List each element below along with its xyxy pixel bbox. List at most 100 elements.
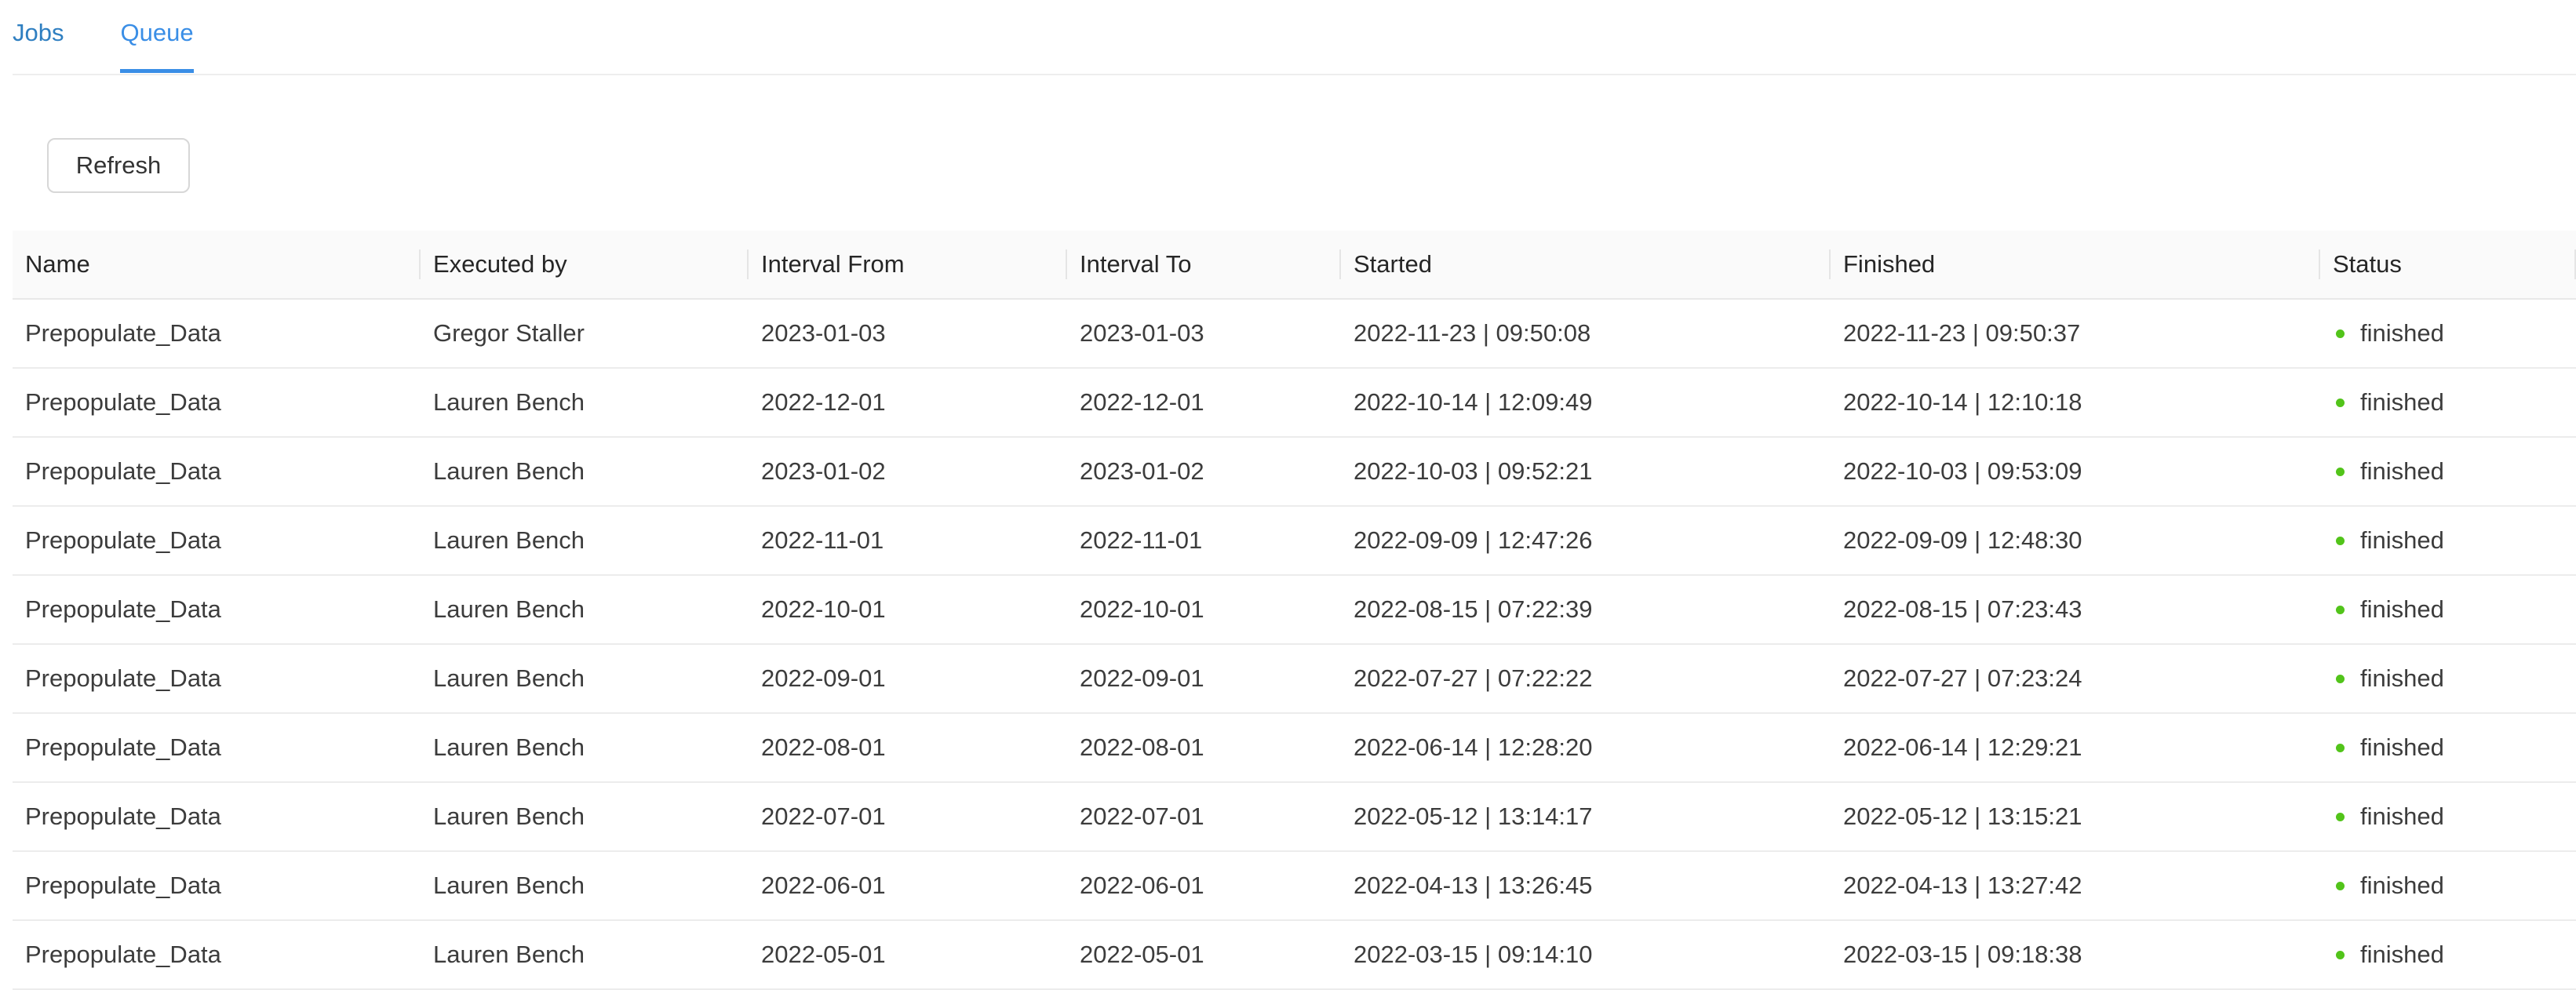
cell-name: Prepopulate_Data [25,388,221,416]
cell-executed-by: Lauren Bench [433,526,585,554]
cell-interval-from: 2022-08-01 [761,733,886,761]
cell-interval-to: 2022-06-01 [1080,872,1204,899]
status-text: finished [2360,526,2444,554]
status-dot-icon [2336,743,2345,752]
table-row[interactable]: Prepopulate_Data Lauren Bench 2022-08-01 20… [13,714,2576,783]
cell-interval-from: 2022-12-01 [761,388,886,416]
cell-interval-to: 2023-01-02 [1080,457,1204,485]
status-dot-icon [2336,605,2345,614]
status-text: finished [2360,595,2444,623]
cell-started: 2022-11-23 | 09:50:08 [1354,319,1591,347]
cell-interval-to: 2022-05-01 [1080,941,1204,968]
cell-name: Prepopulate_Data [25,457,221,485]
table-row[interactable]: Prepopulate_Data Lauren Bench 2023-01-02 20… [13,438,2576,507]
cell-status: finished [2320,803,2576,831]
cell-finished: 2022-03-15 | 09:18:38 [1843,941,2082,968]
cell-interval-to: 2022-10-01 [1080,595,1204,623]
cell-status: finished [2320,526,2576,555]
table-row[interactable]: Prepopulate_Data Lauren Bench 2022-11-01 20… [13,507,2576,576]
cell-started: 2022-10-14 | 12:09:49 [1354,388,1593,416]
cell-status: finished [2320,664,2576,693]
cell-name: Prepopulate_Data [25,733,221,761]
cell-started: 2022-07-27 | 07:22:22 [1354,664,1593,692]
cell-started: 2022-05-12 | 13:14:17 [1354,803,1593,830]
cell-executed-by: Lauren Bench [433,803,585,830]
cell-started: 2022-06-14 | 12:28:20 [1354,733,1593,761]
column-header-started[interactable]: Started [1341,231,1831,298]
cell-interval-to: 2022-07-01 [1080,803,1204,830]
cell-name: Prepopulate_Data [25,941,221,968]
column-header-executed-by[interactable]: Executed by [421,231,749,298]
table-body: Prepopulate_Data Gregor Staller 2023-01-03… [13,300,2576,990]
cell-name: Prepopulate_Data [25,803,221,830]
table-row[interactable]: Prepopulate_Data Lauren Bench 2022-06-01 20… [13,852,2576,921]
column-header-interval-to[interactable]: Interval To [1067,231,1341,298]
cell-interval-to: 2022-09-01 [1080,664,1204,692]
cell-interval-from: 2022-05-01 [761,941,886,968]
refresh-button[interactable]: Refresh [47,138,190,193]
status-text: finished [2360,803,2444,830]
table-row[interactable]: Prepopulate_Data Lauren Bench 2022-09-01 20… [13,645,2576,714]
status-dot-icon [2336,674,2345,683]
cell-name: Prepopulate_Data [25,872,221,899]
table-header: Name Executed by Interval From Interval … [13,231,2576,300]
status-text: finished [2360,872,2444,899]
column-header-name[interactable]: Name [13,231,421,298]
cell-interval-to: 2022-12-01 [1080,388,1204,416]
status-dot-icon [2336,950,2345,959]
cell-executed-by: Gregor Staller [433,319,585,347]
column-header-status[interactable]: Status [2320,231,2576,298]
table-row[interactable]: Prepopulate_Data Lauren Bench 2022-05-01 20… [13,921,2576,990]
cell-finished: 2022-07-27 | 07:23:24 [1843,664,2082,692]
status-dot-icon [2336,467,2345,476]
table-row[interactable]: Prepopulate_Data Lauren Bench 2022-12-01 20… [13,369,2576,438]
cell-executed-by: Lauren Bench [433,872,585,899]
cell-interval-to: 2022-11-01 [1080,526,1203,554]
tab-jobs[interactable]: Jobs [13,0,64,72]
cell-executed-by: Lauren Bench [433,388,585,416]
status-dot-icon [2336,536,2345,545]
table-row[interactable]: Prepopulate_Data Lauren Bench 2022-07-01 20… [13,783,2576,852]
status-text: finished [2360,941,2444,968]
cell-interval-from: 2023-01-03 [761,319,886,347]
table-row[interactable]: Prepopulate_Data Gregor Staller 2023-01-03… [13,300,2576,369]
cell-name: Prepopulate_Data [25,664,221,692]
status-dot-icon [2336,881,2345,890]
cell-interval-to: 2023-01-03 [1080,319,1204,347]
status-dot-icon [2336,398,2345,407]
tab-bar: Jobs Queue [13,0,2576,75]
cell-status: finished [2320,941,2576,969]
table-row[interactable]: Prepopulate_Data Lauren Bench 2022-10-01 20… [13,576,2576,645]
status-text: finished [2360,733,2444,761]
cell-name: Prepopulate_Data [25,595,221,623]
cell-name: Prepopulate_Data [25,526,221,554]
cell-status: finished [2320,457,2576,486]
queue-table: Name Executed by Interval From Interval … [13,231,2576,990]
cell-finished: 2022-10-03 | 09:53:09 [1843,457,2082,485]
cell-interval-from: 2022-06-01 [761,872,886,899]
cell-status: finished [2320,733,2576,762]
cell-finished: 2022-11-23 | 09:50:37 [1843,319,2081,347]
status-text: finished [2360,457,2444,485]
tab-queue[interactable]: Queue [120,0,194,73]
cell-finished: 2022-05-12 | 13:15:21 [1843,803,2082,830]
column-header-interval-from[interactable]: Interval From [749,231,1067,298]
cell-interval-from: 2023-01-02 [761,457,886,485]
cell-started: 2022-03-15 | 09:14:10 [1354,941,1593,968]
cell-executed-by: Lauren Bench [433,941,585,968]
status-text: finished [2360,388,2444,416]
cell-finished: 2022-04-13 | 13:27:42 [1843,872,2082,899]
cell-status: finished [2320,872,2576,900]
cell-started: 2022-08-15 | 07:22:39 [1354,595,1593,623]
cell-interval-from: 2022-07-01 [761,803,886,830]
status-text: finished [2360,319,2444,347]
status-text: finished [2360,664,2444,692]
cell-executed-by: Lauren Bench [433,733,585,761]
cell-started: 2022-09-09 | 12:47:26 [1354,526,1593,554]
cell-finished: 2022-06-14 | 12:29:21 [1843,733,2082,761]
column-header-finished[interactable]: Finished [1831,231,2320,298]
cell-finished: 2022-08-15 | 07:23:43 [1843,595,2082,623]
cell-interval-from: 2022-11-01 [761,526,884,554]
cell-executed-by: Lauren Bench [433,457,585,485]
cell-executed-by: Lauren Bench [433,664,585,692]
